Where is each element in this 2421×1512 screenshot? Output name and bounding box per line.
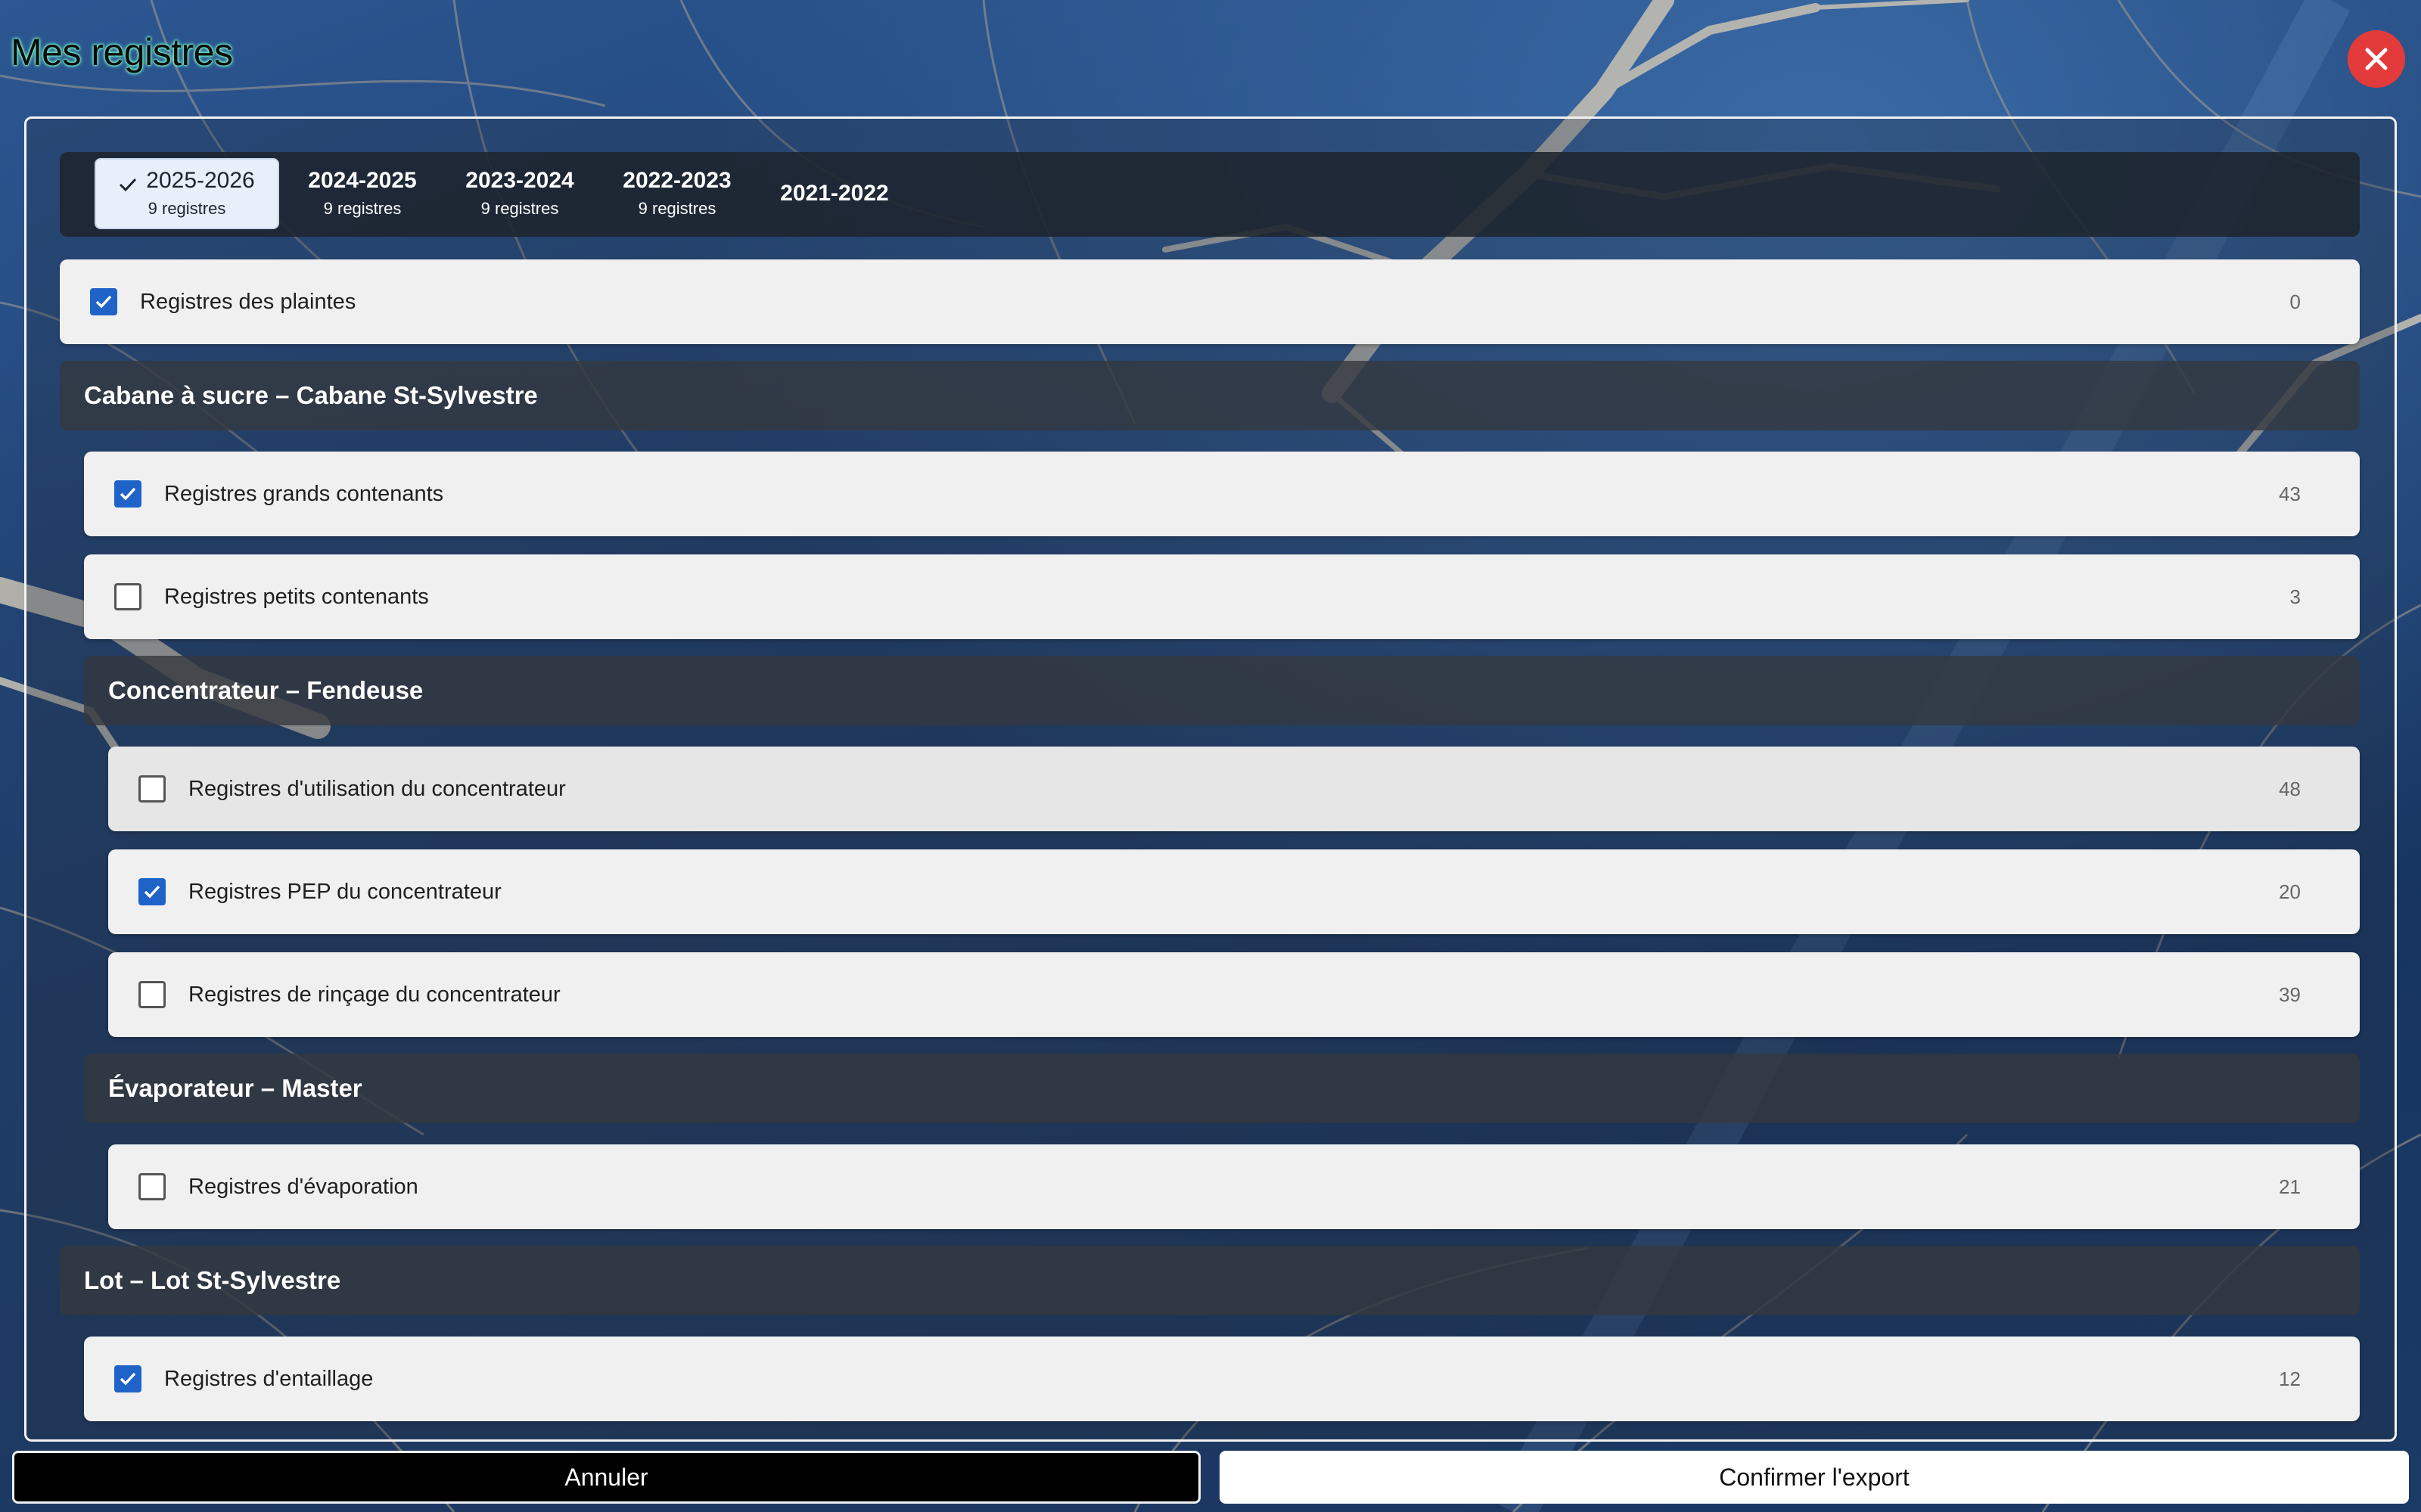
group-header-concentrateur: Concentrateur – Fendeuse: [84, 656, 2360, 725]
list-item-plaintes[interactable]: Registres des plaintes 0: [60, 259, 2360, 344]
tab-count: 9 registres: [323, 199, 402, 218]
item-label: Registres d'évaporation: [188, 1174, 418, 1199]
close-button[interactable]: [2348, 30, 2405, 88]
item-label: Registres des plaintes: [140, 289, 356, 314]
tab-label: 2021-2022: [780, 181, 889, 206]
season-tabs: 2025-2026 9 registres 2024-2025 9 regist…: [60, 152, 2360, 237]
item-label: Registres de rinçage du concentrateur: [188, 982, 561, 1007]
item-label: Registres d'entaillage: [164, 1366, 374, 1391]
item-label: Registres grands contenants: [164, 481, 444, 506]
group-title: Lot – Lot St-Sylvestre: [84, 1266, 341, 1294]
check-icon: [120, 178, 137, 191]
list-item-entaillage[interactable]: Registres d'entaillage 12: [84, 1337, 2360, 1421]
checkbox[interactable]: [114, 583, 141, 610]
tab-label: 2025-2026: [146, 168, 255, 193]
cancel-button[interactable]: Annuler: [12, 1451, 1201, 1504]
tab-count: 9 registres: [480, 199, 559, 218]
tab-label: 2023-2024: [465, 168, 574, 193]
item-count: 39: [2279, 983, 2301, 1006]
group-title: Concentrateur – Fendeuse: [108, 676, 424, 704]
tab-2022-2023[interactable]: 2022-2023 9 registres: [601, 158, 753, 229]
tab-count: 9 registres: [638, 199, 716, 218]
list-item-petits-contenants[interactable]: Registres petits contenants 3: [84, 554, 2360, 639]
item-count: 43: [2279, 482, 2301, 505]
tab-label: 2022-2023: [623, 168, 732, 193]
checkbox[interactable]: [138, 775, 166, 803]
item-count: 48: [2279, 777, 2301, 800]
group-title: Cabane à sucre – Cabane St-Sylvestre: [84, 381, 538, 409]
group-header-lot: Lot – Lot St-Sylvestre: [60, 1246, 2360, 1315]
registers-panel: 2025-2026 9 registres 2024-2025 9 regist…: [24, 116, 2397, 1442]
page-title: Mes registres: [11, 31, 233, 73]
item-count: 0: [2289, 290, 2301, 313]
list-item-grands-contenants[interactable]: Registres grands contenants 43: [84, 452, 2360, 536]
checkbox[interactable]: [138, 878, 166, 905]
checkbox[interactable]: [138, 981, 166, 1008]
list-item-evaporation[interactable]: Registres d'évaporation 21: [108, 1144, 2360, 1229]
checkbox[interactable]: [114, 1365, 141, 1392]
tab-2021-2022[interactable]: 2021-2022: [759, 158, 910, 229]
group-title: Évaporateur – Master: [108, 1074, 362, 1102]
checkmark-icon: [120, 1372, 136, 1386]
checkbox[interactable]: [138, 1173, 166, 1200]
checkbox[interactable]: [114, 480, 141, 508]
group-header-evaporateur: Évaporateur – Master: [84, 1054, 2360, 1123]
item-label: Registres d'utilisation du concentrateur: [188, 776, 566, 801]
list-item-utilisation-concentrateur[interactable]: Registres d'utilisation du concentrateur…: [108, 747, 2360, 831]
tab-2024-2025[interactable]: 2024-2025 9 registres: [287, 158, 438, 229]
tab-label: 2024-2025: [308, 168, 417, 193]
item-count: 20: [2279, 880, 2301, 903]
tab-2023-2024[interactable]: 2023-2024 9 registres: [444, 158, 595, 229]
confirm-export-button[interactable]: Confirmer l'export: [1220, 1451, 2409, 1504]
checkbox[interactable]: [90, 288, 117, 315]
item-count: 12: [2279, 1367, 2301, 1390]
checkmark-icon: [95, 295, 112, 309]
item-label: Registres petits contenants: [164, 584, 429, 609]
item-label: Registres PEP du concentrateur: [188, 879, 502, 904]
group-header-cabane: Cabane à sucre – Cabane St-Sylvestre: [60, 361, 2360, 430]
checkmark-icon: [120, 487, 136, 501]
item-count: 21: [2279, 1175, 2301, 1198]
tab-2025-2026[interactable]: 2025-2026 9 registres: [95, 158, 279, 229]
list-item-pep-concentrateur[interactable]: Registres PEP du concentrateur 20: [108, 849, 2360, 934]
checkmark-icon: [144, 885, 160, 899]
tab-count: 9 registres: [148, 199, 226, 218]
close-icon: [2365, 48, 2388, 70]
list-item-rincage-concentrateur[interactable]: Registres de rinçage du concentrateur 39: [108, 952, 2360, 1037]
item-count: 3: [2289, 585, 2301, 608]
